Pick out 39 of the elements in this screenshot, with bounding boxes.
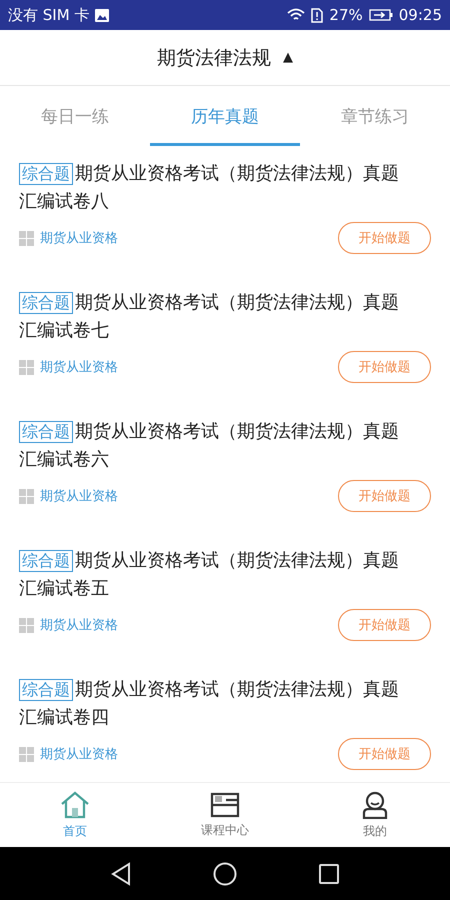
- dropdown-caret[interactable]: ▲: [283, 50, 293, 65]
- battery-percent: 27%: [329, 6, 363, 24]
- home-circle-icon[interactable]: [213, 862, 237, 886]
- nav-label[interactable]: 我的: [363, 822, 387, 840]
- grid-icon: [19, 618, 34, 632]
- clock-time: 09:25: [398, 6, 442, 24]
- paper-title[interactable]: 汇编试卷八: [19, 188, 109, 216]
- category-label: 期货从业资格: [40, 746, 118, 763]
- recents-icon[interactable]: [319, 864, 339, 884]
- paper-title[interactable]: 期货从业资格考试（期货法律法规）真题: [75, 679, 399, 700]
- question-type-tag: 综合题: [19, 163, 73, 185]
- paper-title[interactable]: 期货从业资格考试（期货法律法规）真题: [75, 421, 399, 442]
- nav-label[interactable]: 课程中心: [201, 822, 249, 838]
- category-label: 期货从业资格: [40, 488, 118, 505]
- paper-title[interactable]: 期货从业资格考试（期货法律法规）真题: [75, 292, 399, 313]
- page-title[interactable]: 期货法律法规: [157, 44, 271, 70]
- category-label: 期货从业资格: [40, 230, 118, 247]
- wifi-icon: [287, 8, 306, 22]
- paper-title[interactable]: 汇编试卷五: [19, 575, 109, 603]
- category-label: 期货从业资格: [40, 359, 118, 376]
- back-icon[interactable]: [111, 862, 131, 886]
- grid-icon: [19, 360, 34, 374]
- paper-title[interactable]: 汇编试卷七: [19, 317, 109, 345]
- paper-title[interactable]: 汇编试卷六: [19, 446, 109, 474]
- sim-alert-icon: [311, 8, 324, 22]
- category-label: 期货从业资格: [40, 617, 118, 634]
- battery-charging-icon: [368, 9, 393, 21]
- grid-icon: [19, 230, 34, 246]
- paper-title[interactable]: 期货从业资格考试（期货法律法规）真题: [75, 550, 399, 571]
- question-type-tag: 综合题: [19, 421, 73, 443]
- grid-icon: [19, 746, 34, 762]
- carrier-text: 没有 SIM 卡: [8, 6, 90, 24]
- paper-title[interactable]: 期货从业资格考试（期货法律法规）真题: [75, 163, 399, 184]
- grid-icon: [19, 488, 34, 504]
- question-type-tag: 综合题: [19, 550, 73, 572]
- question-type-tag: 综合题: [19, 679, 73, 701]
- image-icon: [95, 8, 110, 22]
- question-type-tag: 综合题: [19, 292, 73, 314]
- paper-title[interactable]: 汇编试卷四: [19, 704, 109, 732]
